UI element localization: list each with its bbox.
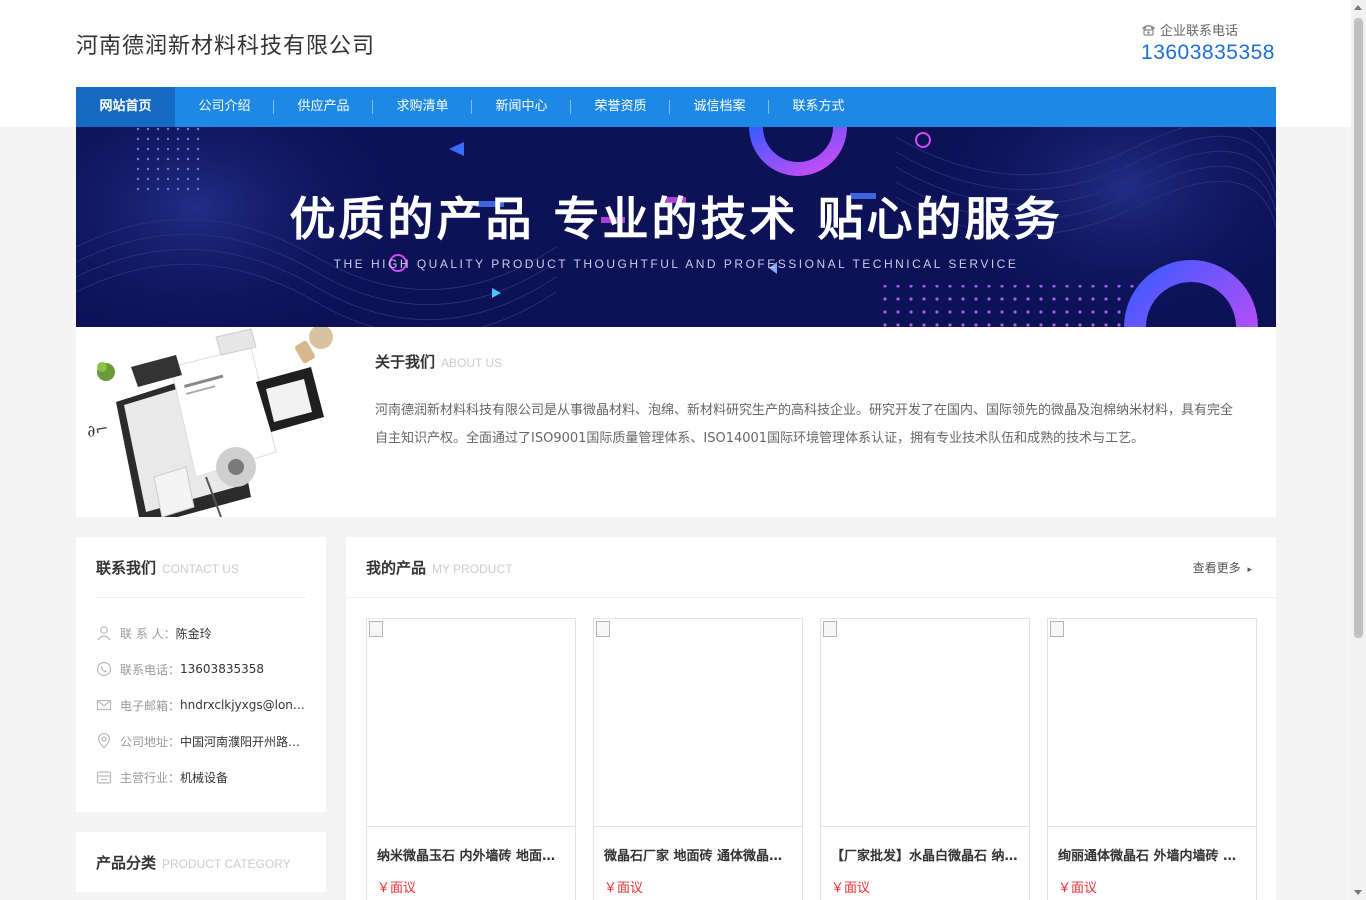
contact-title: 联系我们 (96, 559, 157, 577)
location-icon (97, 733, 111, 749)
nav-item-credit[interactable]: 诚信档案 (670, 87, 769, 127)
broken-image-icon (1050, 621, 1064, 637)
scroll-down-arrow-icon[interactable] (1354, 890, 1362, 895)
product-image[interactable] (1048, 619, 1256, 827)
main-nav: 网站首页 公司介绍 供应产品 求购清单 新闻中心 荣誉资质 诚信档案 联系方式 (76, 87, 1276, 127)
scrollbar-thumb[interactable] (1354, 18, 1363, 638)
view-more-label: 查看更多 (1192, 561, 1241, 575)
product-card[interactable]: 纳米微晶玉石 内外墙砖 地面砖 微晶石 ￥面议 (366, 618, 576, 900)
about-title: 关于我们 (375, 353, 436, 371)
broken-image-icon (596, 621, 610, 637)
banner-subtitle: THE HIGH QUALITY PRODUCT THOUGHTFUL AND … (333, 257, 1019, 271)
contact-label: 联系电话： (120, 662, 181, 677)
contact-label: 主营行业： (120, 770, 181, 785)
contact-value: 13603835358 (180, 662, 264, 676)
nav-item-news[interactable]: 新闻中心 (472, 87, 571, 127)
page-scrollbar[interactable] (1351, 0, 1366, 900)
about-title-en: ABOUT US (441, 356, 503, 370)
phone-number: 13603835358 (1141, 41, 1275, 64)
category-heading: 产品分类 PRODUCT CATEGORY (96, 852, 291, 873)
contact-box: 联系我们 CONTACT US 联 系 人： 陈金玲 联系电话： 1360383535… (76, 537, 326, 812)
products-box: 我的产品 MY PRODUCT 查看更多 ▸ 纳米微晶玉石 内外墙砖 地面砖 微晶… (346, 537, 1276, 900)
contact-row-person: 联 系 人： 陈金玲 (96, 623, 311, 643)
contact-divider (96, 597, 306, 598)
product-name[interactable]: 【厂家批发】水晶白微晶石 纳米微晶石 (831, 845, 1021, 864)
company-name[interactable]: 河南德润新材料科技有限公司 (76, 28, 375, 60)
product-card[interactable]: 微晶石厂家 地面砖 通体微晶石 外墙砖 ￥面议 (593, 618, 803, 900)
contact-value: 陈金玲 (175, 626, 212, 641)
product-card[interactable]: 绚丽通体微晶石 外墙内墙砖 地面砖 ￥面议 (1047, 618, 1257, 900)
contact-row-industry: 主营行业： 机械设备 (96, 767, 311, 787)
product-price: ￥面议 (831, 881, 871, 896)
about-heading: 关于我们 ABOUT US (375, 351, 502, 372)
contact-label: 公司地址： (120, 734, 181, 749)
products-title: 我的产品 (366, 559, 427, 577)
category-box: 产品分类 PRODUCT CATEGORY (76, 832, 326, 892)
nav-item-home[interactable]: 网站首页 (76, 87, 175, 127)
product-name[interactable]: 绚丽通体微晶石 外墙内墙砖 地面砖 (1058, 845, 1248, 864)
products-title-en: MY PRODUCT (432, 562, 513, 576)
product-name[interactable]: 纳米微晶玉石 内外墙砖 地面砖 微晶石 (377, 845, 567, 864)
products-divider (346, 597, 1276, 598)
product-card[interactable]: 【厂家批发】水晶白微晶石 纳米微晶石 ￥面议 (820, 618, 1030, 900)
about-stationery-image: ∂⌐ (76, 327, 346, 517)
about-section: ∂⌐ 关于我们 ABOUT US 河南德润新材料科技有限公司是从事微晶材料、泡绵、… (76, 327, 1276, 517)
phone-icon (96, 661, 112, 677)
contact-row-email: 电子邮箱：hndrxclkjyxgs@longyuan.com (96, 695, 311, 715)
phone-block: 企业联系电话 13603835358 (1141, 20, 1275, 65)
chevron-right-icon: ▸ (1247, 565, 1252, 575)
contact-value: 中国河南濮阳开州路中段 (180, 734, 311, 749)
category-title-en: PRODUCT CATEGORY (162, 857, 291, 871)
phone-label-row: 企业联系电话 (1141, 20, 1275, 39)
product-price: ￥面议 (604, 881, 644, 896)
contact-label: 电子邮箱： (120, 698, 181, 713)
category-title: 产品分类 (96, 854, 157, 872)
nav-item-supply[interactable]: 供应产品 (274, 87, 373, 127)
phone-label: 企业联系电话 (1160, 24, 1239, 39)
contact-title-en: CONTACT US (162, 562, 239, 576)
scroll-up-arrow-icon[interactable] (1354, 5, 1362, 10)
product-image[interactable] (821, 619, 1029, 827)
telephone-icon (1142, 25, 1156, 36)
nav-item-honors[interactable]: 荣誉资质 (571, 87, 670, 127)
contact-value[interactable]: hndrxclkjyxgs@longyuan.com (180, 698, 311, 712)
product-image[interactable] (594, 619, 802, 827)
product-price: ￥面议 (377, 881, 417, 896)
product-image[interactable] (367, 619, 575, 827)
nav-item-purchase[interactable]: 求购清单 (373, 87, 472, 127)
contact-value: 机械设备 (180, 770, 229, 785)
nav-item-contact[interactable]: 联系方式 (769, 87, 868, 127)
broken-image-icon (369, 621, 383, 637)
product-name[interactable]: 微晶石厂家 地面砖 通体微晶石 外墙砖 (604, 845, 794, 864)
hero-banner[interactable]: 优质的产品 专业的技术 贴心的服务 THE HIGH QUALITY PRODU… (76, 127, 1276, 327)
person-icon (97, 626, 111, 641)
contact-heading: 联系我们 CONTACT US (96, 557, 239, 578)
mail-icon (96, 699, 112, 711)
banner-title: 优质的产品 专业的技术 贴心的服务 (289, 192, 1063, 246)
contact-label: 联 系 人： (120, 626, 176, 641)
svg-text:∂⌐: ∂⌐ (85, 418, 110, 440)
broken-image-icon (823, 621, 837, 637)
view-more-link[interactable]: 查看更多 ▸ (1193, 559, 1252, 576)
products-heading: 我的产品 MY PRODUCT (366, 557, 512, 578)
contact-row-phone: 联系电话： 13603835358 (96, 659, 311, 679)
about-text: 河南德润新材料科技有限公司是从事微晶材料、泡绵、新材料研究生产的高科技企业。研究… (375, 403, 1234, 446)
product-price: ￥面议 (1058, 881, 1098, 896)
nav-item-about[interactable]: 公司介绍 (175, 87, 274, 127)
industry-icon (96, 771, 112, 784)
contact-row-address: 公司地址： 中国河南濮阳开州路中段 (96, 731, 311, 751)
